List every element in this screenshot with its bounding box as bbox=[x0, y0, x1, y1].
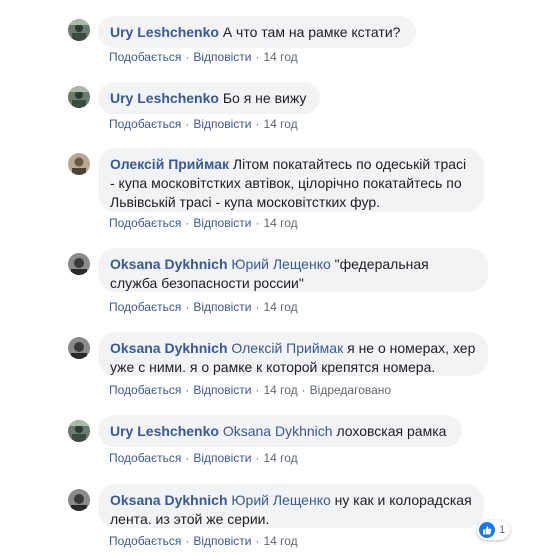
reply-button[interactable]: Відповісти bbox=[193, 451, 251, 465]
comment-actions: Подобається · Відповісти · 14 год bbox=[109, 49, 298, 65]
comment-text: Бо я не вижу bbox=[222, 90, 307, 106]
separator: · bbox=[255, 300, 260, 314]
reply-button[interactable]: Відповісти bbox=[193, 534, 251, 548]
like-icon bbox=[479, 522, 495, 538]
comment-timestamp[interactable]: 14 год bbox=[263, 300, 297, 314]
like-button[interactable]: Подобається bbox=[109, 117, 181, 131]
avatar[interactable] bbox=[68, 19, 90, 41]
comment-author[interactable]: Ury Leshchenko bbox=[110, 90, 219, 106]
reactions-badge[interactable]: 1 bbox=[477, 520, 511, 540]
avatar[interactable] bbox=[68, 420, 90, 442]
comment-timestamp[interactable]: 14 год bbox=[263, 451, 297, 465]
separator: · bbox=[255, 117, 260, 131]
avatar[interactable] bbox=[68, 153, 90, 175]
comment-actions: Подобається · Відповісти · 14 год bbox=[109, 215, 298, 231]
like-button[interactable]: Подобається bbox=[109, 216, 181, 230]
comment-text: лоховская рамка bbox=[336, 423, 447, 439]
comment-author[interactable]: Ury Leshchenko bbox=[110, 423, 219, 439]
avatar[interactable] bbox=[68, 253, 90, 275]
comment-bubble: Oksana Dykhnich Олексій Приймак я не о н… bbox=[98, 332, 488, 376]
separator: · bbox=[301, 383, 306, 397]
reply-button[interactable]: Відповісти bbox=[193, 50, 251, 64]
reply-button[interactable]: Відповісти bbox=[193, 383, 251, 397]
reactions-count: 1 bbox=[499, 524, 506, 536]
separator: · bbox=[255, 216, 260, 230]
comment-bubble: Ury Leshchenko Бо я не вижу bbox=[98, 82, 320, 114]
like-button[interactable]: Подобається bbox=[109, 50, 181, 64]
separator: · bbox=[255, 451, 260, 465]
mention-link[interactable]: Юрий Лещенко bbox=[231, 492, 330, 508]
separator: · bbox=[185, 383, 190, 397]
comment-text: А что там на рамке кстати? bbox=[222, 24, 401, 40]
mention-link[interactable]: Юрий Лещенко bbox=[231, 256, 330, 272]
like-button[interactable]: Подобається bbox=[109, 300, 181, 314]
separator: · bbox=[185, 50, 190, 64]
separator: · bbox=[185, 216, 190, 230]
like-button[interactable]: Подобається bbox=[109, 534, 181, 548]
comment-author[interactable]: Oksana Dykhnich bbox=[110, 492, 228, 508]
separator: · bbox=[255, 534, 260, 548]
mention-link[interactable]: Oksana Dykhnich bbox=[223, 423, 333, 439]
comment-bubble: Oksana Dykhnich Юрий Лещенко ну как и ко… bbox=[98, 484, 484, 528]
separator: · bbox=[185, 300, 190, 314]
comment-author[interactable]: Oksana Dykhnich bbox=[110, 340, 228, 356]
comment-timestamp[interactable]: 14 год bbox=[263, 117, 297, 131]
separator: · bbox=[185, 534, 190, 548]
edited-label[interactable]: Відредаговано bbox=[310, 383, 391, 397]
separator: · bbox=[185, 117, 190, 131]
comment-bubble: Ury Leshchenko А что там на рамке кстати… bbox=[98, 16, 416, 48]
avatar[interactable] bbox=[68, 489, 90, 511]
comment-bubble: Oksana Dykhnich Юрий Лещенко "федеральна… bbox=[98, 248, 488, 292]
reply-button[interactable]: Відповісти bbox=[193, 117, 251, 131]
like-button[interactable]: Подобається bbox=[109, 451, 181, 465]
comment-timestamp[interactable]: 14 год bbox=[263, 216, 297, 230]
comment-timestamp[interactable]: 14 год bbox=[263, 534, 297, 548]
comment-actions: Подобається · Відповісти · 14 год bbox=[109, 116, 298, 132]
comment-author[interactable]: Олексій Приймак bbox=[110, 156, 229, 172]
comment-timestamp[interactable]: 14 год bbox=[263, 50, 297, 64]
separator: · bbox=[185, 451, 190, 465]
comment-bubble: Олексій Приймак Літом покатайтесь по оде… bbox=[98, 148, 484, 212]
comment-bubble: Ury Leshchenko Oksana Dykhnich лоховская… bbox=[98, 415, 462, 447]
comment-author[interactable]: Ury Leshchenko bbox=[110, 24, 219, 40]
reply-button[interactable]: Відповісти bbox=[193, 216, 251, 230]
separator: · bbox=[255, 50, 260, 64]
like-button[interactable]: Подобається bbox=[109, 383, 181, 397]
reply-button[interactable]: Відповісти bbox=[193, 300, 251, 314]
avatar[interactable] bbox=[68, 337, 90, 359]
mention-link[interactable]: Олексій Приймак bbox=[231, 340, 343, 356]
comment-timestamp[interactable]: 14 год bbox=[263, 383, 297, 397]
separator: · bbox=[255, 383, 260, 397]
comment-actions: Подобається · Відповісти · 14 год bbox=[109, 533, 298, 549]
comment-author[interactable]: Oksana Dykhnich bbox=[110, 256, 228, 272]
comment-actions: Подобається · Відповісти · 14 год · Відредагов… bbox=[109, 382, 391, 398]
comment-actions: Подобається · Відповісти · 14 год bbox=[109, 299, 298, 315]
comment-actions: Подобається · Відповісти · 14 год bbox=[109, 450, 298, 466]
avatar[interactable] bbox=[68, 86, 90, 108]
